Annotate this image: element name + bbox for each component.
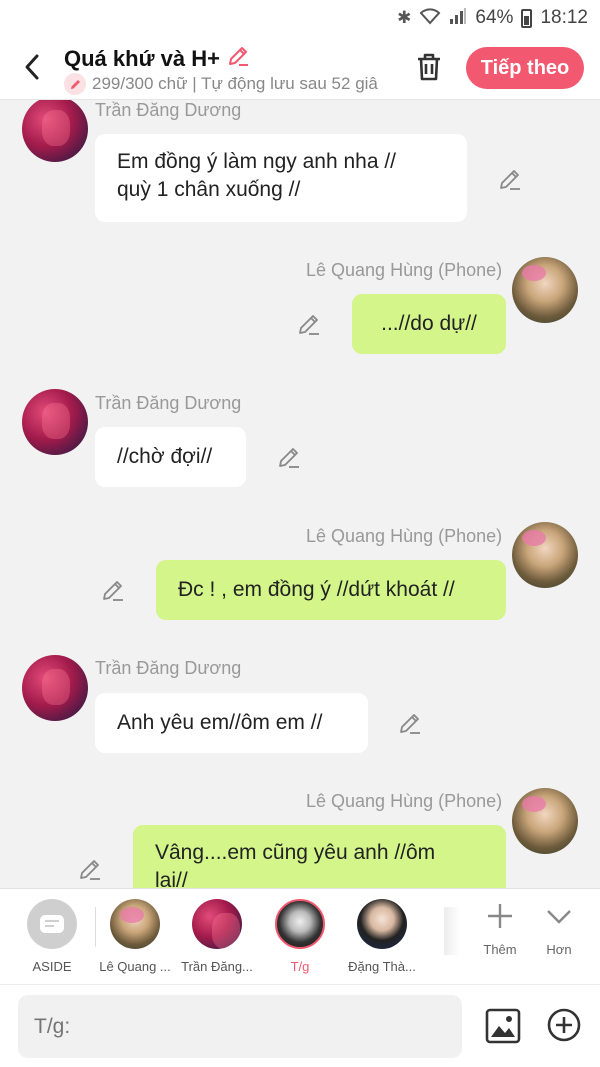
edit-pencil-icon[interactable] [276,444,302,470]
more-label: Hơn [546,942,572,957]
message-bubble[interactable]: Đc ! , em đồng ý //dứt khoát // [156,560,506,620]
edit-pencil-icon[interactable] [397,710,423,736]
wifi-icon [419,7,441,30]
sender-name: Lê Quang Hùng (Phone) [306,526,503,546]
avatar [192,899,242,949]
story-title[interactable]: Quá khứ và H+ [64,46,220,72]
next-button[interactable]: Tiếp theo [466,47,584,89]
avatar-tran-dang-duong[interactable] [22,100,88,162]
edit-title-pencil-icon[interactable] [226,44,250,73]
avatar-tran-dang-duong[interactable] [22,389,88,455]
sender-name: Trần Đăng Dương [95,658,242,678]
autosave-status: 299/300 chữ | Tự động lưu sau 52 giâ [64,73,394,95]
add-character-button[interactable]: Thêm [470,901,530,957]
character-label: Đặng Thà... [348,959,416,974]
character-label: T/g [290,959,310,974]
avatar-le-quang-hung[interactable] [512,257,578,323]
message-input[interactable] [18,995,462,1058]
clock: 18:12 [540,7,588,28]
avatar-le-quang-hung[interactable] [512,788,578,854]
bluetooth-icon: ✱ [397,8,412,27]
avatar [110,899,160,949]
character-selector-bar: ASIDE Lê Quang ... Trần Đăng... T/g Đặng… [0,888,600,984]
sender-name: Lê Quang Hùng (Phone) [306,260,503,280]
add-circle-icon[interactable] [546,1007,582,1043]
aside-icon [27,899,77,949]
edit-pencil-icon[interactable] [100,577,126,603]
character-dang-thanh[interactable]: Đặng Thà... [344,899,420,974]
message-bubble[interactable]: Anh yêu em//ôm em // [95,693,368,753]
chevron-down-icon [547,910,571,924]
chat-area[interactable]: Trần Đăng Dương Em đồng ý làm ngy anh nh… [0,100,600,888]
edit-pencil-icon[interactable] [77,856,103,882]
message-bubble[interactable]: //chờ đợi// [95,427,246,487]
more-button[interactable]: Hơn [529,901,589,957]
header: Quá khứ và H+ 299/300 chữ | Tự động lưu … [0,36,600,100]
sender-name: Lê Quang Hùng (Phone) [306,791,503,811]
trash-icon[interactable] [412,50,446,84]
message-bubble[interactable]: Em đồng ý làm ngy anh nha // quỳ 1 chân … [95,134,467,222]
character-label: Trần Đăng... [181,959,253,974]
character-tran-dang-duong[interactable]: Trần Đăng... [179,899,255,974]
title-row[interactable]: Quá khứ và H+ [64,44,250,73]
battery-icon [521,8,533,28]
character-label: Lê Quang ... [99,959,171,974]
edit-pencil-icon[interactable] [296,311,322,337]
image-icon[interactable] [484,1007,522,1045]
battery-percent: 64% [475,7,514,28]
avatar-tran-dang-duong[interactable] [22,655,88,721]
input-bar [0,984,600,1067]
add-label: Thêm [483,942,517,957]
character-aside[interactable]: ASIDE [14,899,90,974]
sender-name: Trần Đăng Dương [95,100,242,120]
edit-pencil-icon[interactable] [497,166,523,192]
pencil-badge-icon [64,73,86,95]
divider [95,907,96,947]
word-count-autosave: 299/300 chữ | Tự động lưu sau 52 giâ [92,74,378,93]
character-le-quang-hung[interactable]: Lê Quang ... [97,899,173,974]
message-bubble[interactable]: ...//do dự// [352,294,506,354]
sender-name: Trần Đăng Dương [95,393,242,413]
status-bar: ✱ 64% 18:12 [0,0,600,36]
avatar [357,899,407,949]
avatar-le-quang-hung[interactable] [512,522,578,588]
signal-icon [449,7,467,30]
scroll-fade [444,907,460,955]
back-arrow-icon[interactable] [20,52,50,82]
character-label: ASIDE [32,959,72,974]
character-tg-selected[interactable]: T/g [262,899,338,974]
plus-icon [488,904,512,928]
avatar [275,899,325,949]
message-bubble[interactable]: Vâng....em cũng yêu anh //ôm lại// [133,825,506,888]
